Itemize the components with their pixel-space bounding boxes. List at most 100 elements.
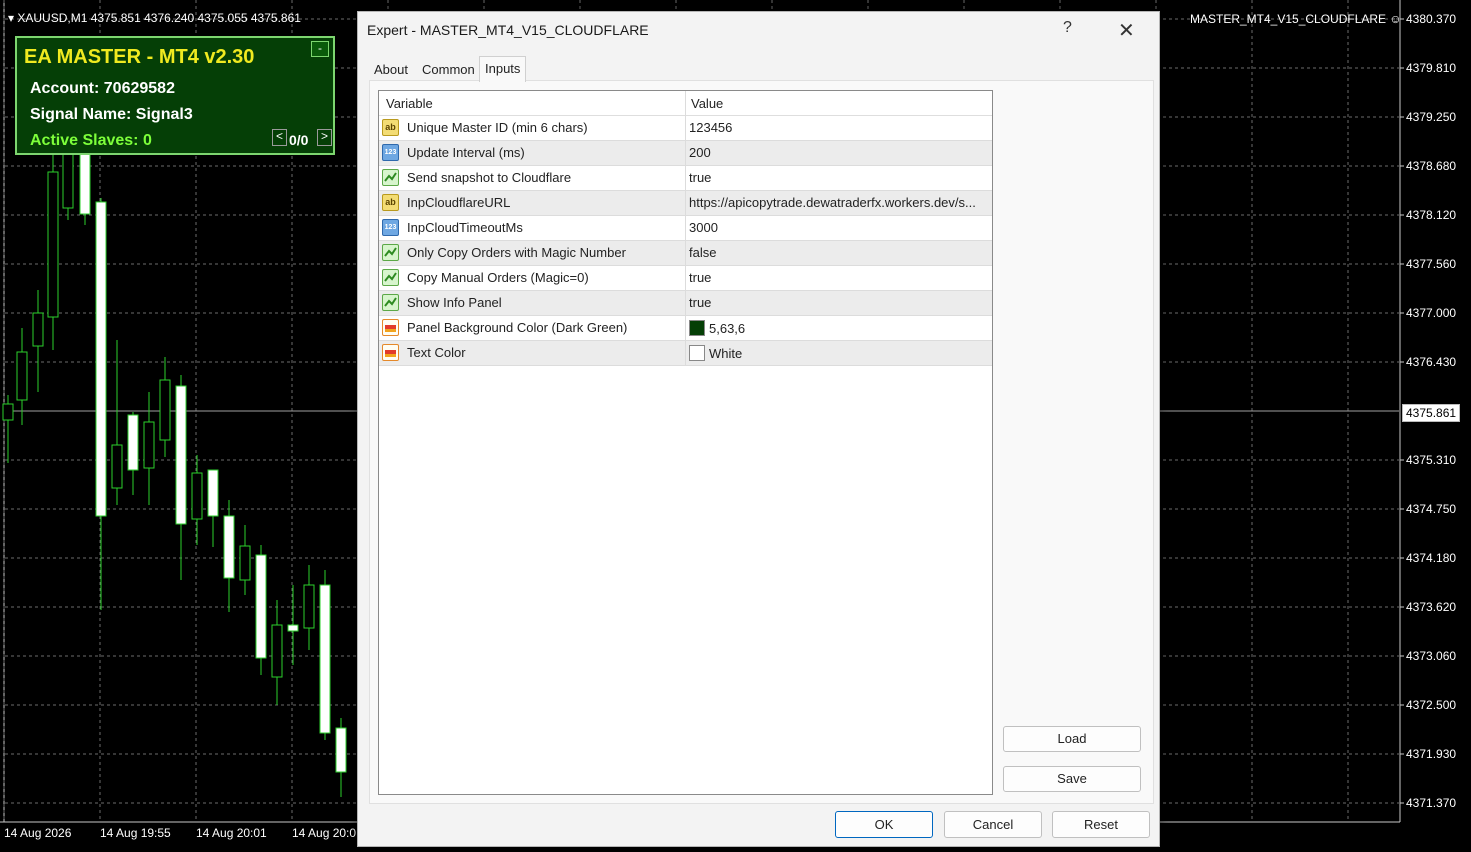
candle-body — [143, 421, 155, 469]
candle-body — [127, 414, 139, 471]
column-header-value[interactable]: Value — [691, 96, 723, 111]
row-value[interactable]: 3000 — [689, 220, 989, 235]
integer-icon: 123 — [382, 219, 399, 236]
row-value[interactable]: 5,63,6 — [689, 320, 989, 336]
price-tick-label: 4378.120 — [1406, 208, 1457, 222]
row-value[interactable]: 200 — [689, 145, 989, 160]
candle-body — [319, 584, 331, 734]
candle-body — [335, 727, 347, 773]
candle-body — [255, 554, 267, 659]
row-variable-name: Show Info Panel — [407, 295, 502, 310]
candle-body — [79, 151, 91, 215]
candle-body — [95, 201, 107, 517]
candle-body — [62, 151, 74, 209]
attached-ea-label: MASTER_MT4_V15_CLOUDFLARE ☺ — [1190, 12, 1402, 26]
price-tick-label: 4379.250 — [1406, 110, 1457, 124]
candle-body — [207, 469, 219, 517]
price-tick-label: 4376.430 — [1406, 355, 1457, 369]
row-variable-name: InpCloudflareURL — [407, 195, 511, 210]
help-button[interactable]: ? — [1063, 19, 1072, 37]
next-page-button[interactable]: > — [317, 129, 332, 146]
chart-quote: XAUUSD,M1 4375.851 4376.240 4375.055 437… — [17, 11, 301, 25]
row-value[interactable]: https://apicopytrade.dewatraderfx.worker… — [689, 195, 989, 210]
time-tick-label: 14 Aug 19:55 — [100, 826, 171, 840]
price-tick-label: 4380.370 — [1406, 12, 1457, 26]
candle-body — [16, 351, 28, 401]
row-value[interactable]: White — [689, 345, 989, 361]
price-tick-label: 4375.310 — [1406, 453, 1457, 467]
candle-body — [175, 385, 187, 525]
row-icon-glyph: ab — [385, 122, 396, 132]
panel-title: EA MASTER - MT4 v2.30 — [24, 46, 255, 68]
page-counter: 0/0 — [289, 132, 309, 148]
price-tick-label: 4371.930 — [1406, 747, 1457, 761]
row-value-text: true — [689, 270, 712, 285]
candle-body — [47, 171, 59, 318]
row-value[interactable]: true — [689, 295, 989, 310]
price-tick-label: 4371.370 — [1406, 796, 1457, 810]
price-tick-label: 4377.560 — [1406, 257, 1457, 271]
row-value-text: 123456 — [689, 120, 733, 135]
color-icon — [382, 319, 399, 336]
row-value[interactable]: false — [689, 245, 989, 260]
time-tick-label: 14 Aug 20:01 — [196, 826, 267, 840]
row-value-text: 200 — [689, 145, 711, 160]
candle-body — [303, 584, 315, 629]
row-value-text: false — [689, 245, 717, 260]
inputs-grid[interactable]: Variable Value ab Unique Master ID (min 6… — [378, 90, 993, 795]
dropdown-triangle-icon[interactable]: ▾ — [8, 11, 14, 25]
panel-account: Account: 70629582 — [30, 80, 175, 97]
candle-body — [111, 444, 123, 489]
boolean-icon — [382, 244, 399, 261]
row-value-text: true — [689, 170, 712, 185]
boolean-icon — [382, 169, 399, 186]
tab-inputs[interactable]: Inputs — [479, 56, 527, 82]
color-swatch[interactable] — [689, 320, 705, 336]
price-tick-label: 4373.620 — [1406, 600, 1457, 614]
color-icon — [382, 344, 399, 361]
row-value-text: true — [689, 295, 712, 310]
row-icon-glyph: 123 — [384, 224, 397, 231]
load-button[interactable]: Load — [1003, 726, 1141, 752]
row-value-text: https://apicopytrade.dewatraderfx.worker… — [689, 195, 976, 210]
prev-page-button[interactable]: < — [272, 129, 287, 146]
row-variable-name: Copy Manual Orders (Magic=0) — [407, 270, 589, 285]
row-value[interactable]: true — [689, 270, 989, 285]
row-value-text: White — [709, 346, 743, 361]
reset-button[interactable]: Reset — [1052, 811, 1150, 838]
candle-body — [2, 403, 14, 421]
price-tick-label: 4377.000 — [1406, 306, 1457, 320]
panel-active-slaves: Active Slaves: 0 — [30, 132, 152, 149]
row-icon-glyph: 123 — [384, 149, 397, 156]
ok-button[interactable]: OK — [835, 811, 933, 838]
ea-info-panel: EA MASTER - MT4 v2.30 - Account: 7062958… — [15, 36, 335, 155]
candle-body — [191, 472, 203, 520]
row-variable-name: Text Color — [407, 345, 466, 360]
row-value-text: 3000 — [689, 220, 718, 235]
tab-common[interactable]: Common — [418, 59, 479, 80]
close-button[interactable]: ✕ — [1118, 18, 1135, 43]
smiley-icon: ☺ — [1389, 12, 1402, 26]
string-icon: ab — [382, 194, 399, 211]
cancel-button[interactable]: Cancel — [944, 811, 1042, 838]
row-value-text: 5,63,6 — [709, 321, 746, 336]
color-swatch[interactable] — [689, 345, 705, 361]
current-price-label: 4375.861 — [1402, 404, 1461, 422]
column-header-variable[interactable]: Variable — [386, 96, 433, 111]
row-icon-glyph: ab — [385, 197, 396, 207]
price-tick-label: 4378.680 — [1406, 159, 1457, 173]
row-value[interactable]: true — [689, 170, 989, 185]
price-tick-label: 4372.500 — [1406, 698, 1457, 712]
candle-body — [287, 624, 299, 632]
row-value[interactable]: 123456 — [689, 120, 989, 135]
save-button[interactable]: Save — [1003, 766, 1141, 792]
panel-minimize-button[interactable]: - — [311, 41, 329, 57]
candle-body — [271, 624, 283, 678]
boolean-icon — [382, 269, 399, 286]
chart-symbol-line: ▾ XAUUSD,M1 4375.851 4376.240 4375.055 4… — [8, 11, 301, 25]
integer-icon: 123 — [382, 144, 399, 161]
row-variable-name: Panel Background Color (Dark Green) — [407, 320, 628, 335]
time-tick-label: 14 Aug 20:0 — [292, 826, 357, 840]
time-tick-label: 14 Aug 2026 — [4, 826, 72, 840]
tab-about[interactable]: About — [370, 59, 412, 80]
